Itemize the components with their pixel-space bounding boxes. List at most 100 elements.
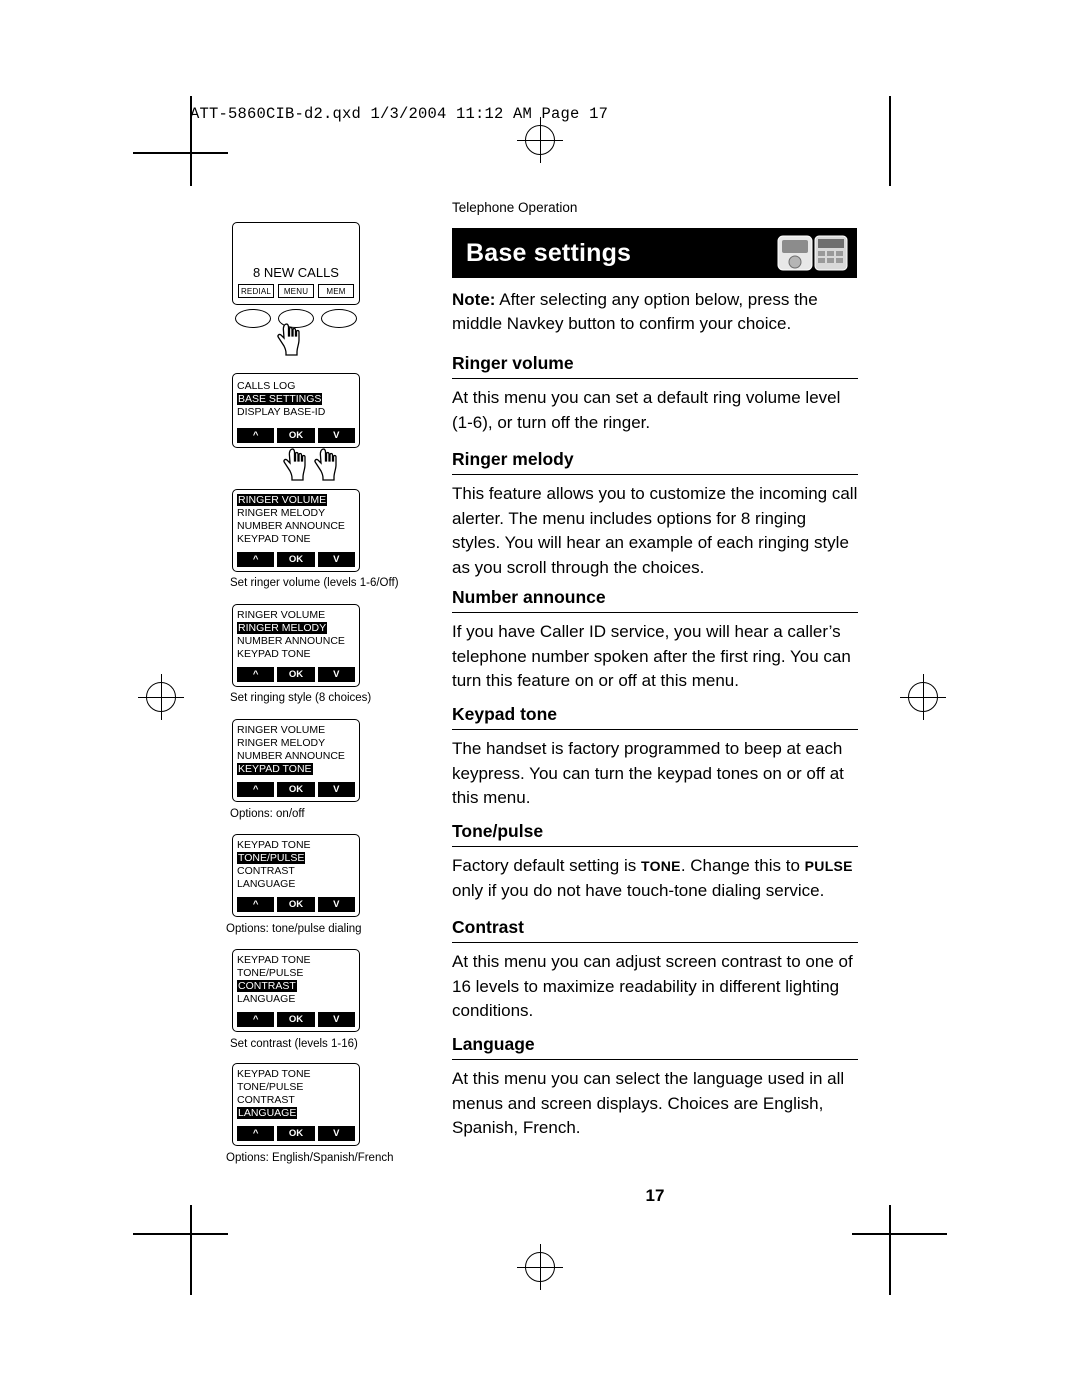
section-heading: Number announce (452, 587, 858, 613)
menu-row[interactable]: KEYPAD TONE (237, 839, 311, 851)
softkey-up[interactable]: ^ (237, 1012, 275, 1027)
crop-mark-bottom-left-h (133, 1233, 228, 1235)
section-ringer-volume: Ringer volume At this menu you can set a… (452, 353, 858, 435)
softkey-down[interactable]: V (317, 1012, 355, 1027)
section-contrast: Contrast At this menu you can adjust scr… (452, 917, 858, 1024)
menu-row[interactable]: LANGUAGE (237, 993, 295, 1005)
softkey-ok[interactable]: OK (277, 782, 315, 797)
registration-mark-left (138, 674, 184, 720)
softkey-ok[interactable]: OK (277, 897, 315, 912)
registration-mark-bottom (517, 1244, 563, 1290)
figure-caption-ringer-volume: Set ringer volume (levels 1-6/Off) (230, 577, 399, 589)
softkey-up[interactable]: ^ (237, 552, 275, 567)
softkey-down[interactable]: V (317, 897, 355, 912)
figure-caption-contrast: Set contrast (levels 1-16) (230, 1038, 358, 1050)
menu-row-selected[interactable]: KEYPAD TONE (237, 763, 313, 775)
softkey-ok[interactable]: OK (277, 1126, 315, 1141)
menu-screen-base-settings: CALLS LOG BASE SETTINGS DISPLAY BASE-ID … (232, 373, 360, 448)
section-keypad-tone: Keypad tone The handset is factory progr… (452, 704, 858, 811)
section-body: At this menu you can select the language… (452, 1069, 845, 1137)
menu-row[interactable]: RINGER MELODY (237, 737, 325, 749)
menu-row[interactable]: TONE/PULSE (237, 1081, 303, 1093)
menu-row-selected[interactable]: LANGUAGE (237, 1107, 298, 1119)
pointing-hand-icon-2 (282, 447, 308, 481)
menu-row[interactable]: KEYPAD TONE (237, 533, 311, 545)
cordless-phone-icon (777, 233, 849, 273)
section-heading: Contrast (452, 917, 858, 943)
handset-button-menu[interactable]: MENU (278, 284, 314, 298)
section-body: The handset is factory programmed to bee… (452, 739, 844, 807)
section-language: Language At this menu you can select the… (452, 1034, 858, 1141)
figure-caption-keypad-tone: Options: on/off (230, 808, 305, 820)
softkey-ok[interactable]: OK (277, 667, 315, 682)
softkey-bar: ^ OK V (237, 1126, 355, 1141)
softkey-down[interactable]: V (317, 552, 355, 567)
page-title: Base settings (466, 239, 632, 267)
menu-row[interactable]: NUMBER ANNOUNCE (237, 635, 345, 647)
softkey-down[interactable]: V (317, 782, 355, 797)
section-body: At this menu you can set a default ring … (452, 388, 841, 432)
pointing-hand-icon-3 (313, 447, 339, 481)
handset-button-redial[interactable]: REDIAL (238, 284, 274, 298)
menu-row[interactable]: CONTRAST (237, 1094, 295, 1106)
tone-smallcaps: TONE (640, 858, 681, 874)
softkey-ok[interactable]: OK (277, 1012, 315, 1027)
menu-row[interactable]: DISPLAY BASE-ID (237, 406, 325, 418)
softkey-bar: ^ OK V (237, 552, 355, 567)
registration-mark-right (900, 674, 946, 720)
softkey-ok[interactable]: OK (277, 552, 315, 567)
section-body: If you have Caller ID service, you will … (452, 622, 851, 690)
tone-pulse-pre: Factory default setting is (452, 856, 641, 875)
menu-row[interactable]: CONTRAST (237, 865, 295, 877)
section-heading: Keypad tone (452, 704, 858, 730)
softkey-down[interactable]: V (317, 667, 355, 682)
menu-row[interactable]: NUMBER ANNOUNCE (237, 750, 345, 762)
softkey-up[interactable]: ^ (237, 428, 275, 443)
softkey-up[interactable]: ^ (237, 1126, 275, 1141)
menu-row[interactable]: RINGER VOLUME (237, 724, 325, 736)
figure-handset-display: 8 NEW CALLS REDIAL MENU MEM (232, 222, 360, 305)
running-head: Telephone Operation (452, 200, 578, 215)
menu-screen-ringer-melody: RINGER VOLUME RINGER MELODY NUMBER ANNOU… (232, 604, 360, 687)
pulse-smallcaps: PULSE (804, 858, 853, 874)
softkey-down[interactable]: V (317, 428, 355, 443)
softkey-up[interactable]: ^ (237, 897, 275, 912)
handset-display-text: 8 NEW CALLS (253, 265, 339, 280)
tone-pulse-post: only if you do not have touch-tone diali… (452, 880, 825, 900)
menu-screen-contrast: KEYPAD TONE TONE/PULSE CONTRAST LANGUAGE… (232, 949, 360, 1032)
menu-row[interactable]: NUMBER ANNOUNCE (237, 520, 345, 532)
softkey-ok[interactable]: OK (277, 428, 315, 443)
menu-row[interactable]: LANGUAGE (237, 878, 295, 890)
menu-row[interactable]: RINGER MELODY (237, 507, 325, 519)
crop-mark-top-left-h (133, 152, 228, 154)
softkey-bar: ^ OK V (237, 428, 355, 443)
softkey-bar: ^ OK V (237, 667, 355, 682)
figure-caption-tone-pulse: Options: tone/pulse dialing (226, 923, 362, 935)
menu-row-selected[interactable]: RINGER MELODY (237, 622, 328, 634)
menu-row-selected[interactable]: BASE SETTINGS (237, 393, 323, 405)
menu-row[interactable]: TONE/PULSE (237, 967, 303, 979)
softkey-up[interactable]: ^ (237, 667, 275, 682)
handset-button-mem[interactable]: MEM (318, 284, 354, 298)
note-label: Note: (452, 290, 496, 309)
softkey-up[interactable]: ^ (237, 782, 275, 797)
navkey-left[interactable] (235, 309, 271, 328)
section-body: Factory default setting is TONE. Change … (452, 854, 858, 903)
note-text: After selecting any option below, press … (452, 290, 818, 333)
section-body: At this menu you can adjust screen contr… (452, 952, 853, 1020)
menu-row[interactable]: KEYPAD TONE (237, 648, 311, 660)
menu-row[interactable]: CALLS LOG (237, 380, 295, 392)
navkey-right[interactable] (321, 309, 357, 328)
menu-row[interactable]: KEYPAD TONE (237, 1068, 311, 1080)
softkey-bar: ^ OK V (237, 1012, 355, 1027)
section-heading: Ringer volume (452, 353, 858, 379)
menu-row[interactable]: RINGER VOLUME (237, 609, 325, 621)
softkey-down[interactable]: V (317, 1126, 355, 1141)
menu-screen-language: KEYPAD TONE TONE/PULSE CONTRAST LANGUAGE… (232, 1063, 360, 1146)
menu-row-selected[interactable]: CONTRAST (237, 980, 297, 992)
menu-row[interactable]: KEYPAD TONE (237, 954, 311, 966)
section-body: This feature allows you to customize the… (452, 484, 858, 577)
menu-row-selected[interactable]: TONE/PULSE (237, 852, 306, 864)
menu-row-selected[interactable]: RINGER VOLUME (237, 494, 328, 506)
menu-screen-keypad-tone: RINGER VOLUME RINGER MELODY NUMBER ANNOU… (232, 719, 360, 802)
